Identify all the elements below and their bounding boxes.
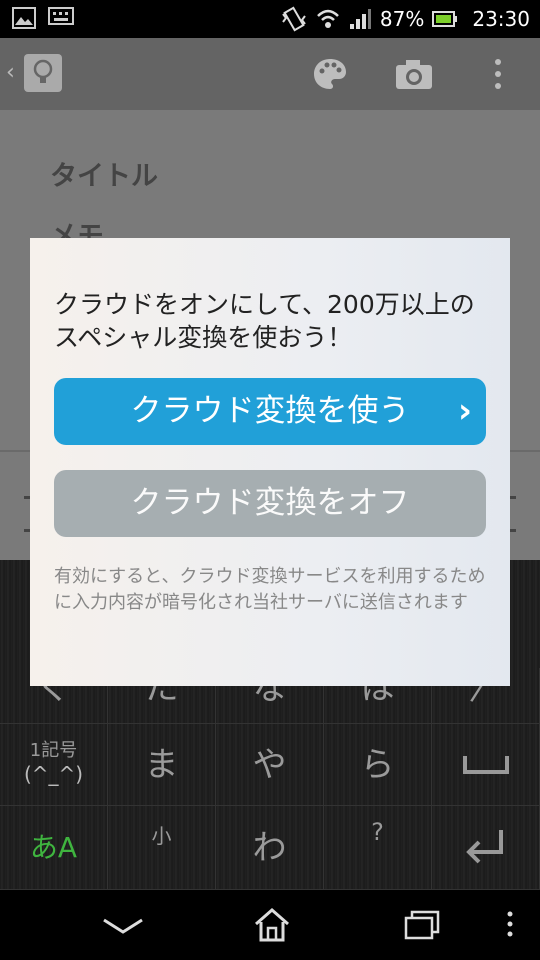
keyboard-icon (48, 7, 74, 25)
key-ra[interactable]: ら (324, 724, 432, 806)
camera-icon[interactable] (394, 56, 434, 92)
battery-icon (432, 11, 458, 27)
gallery-icon (12, 7, 36, 29)
vibrate-icon (282, 6, 306, 32)
title-field[interactable]: タイトル (50, 154, 158, 193)
battery-percent: 87% (379, 7, 425, 31)
key-ya[interactable]: や (216, 724, 324, 806)
home-icon[interactable] (252, 908, 292, 942)
nav-bar (0, 890, 540, 960)
lightbulb-icon (33, 59, 53, 83)
key-face-label: (^_^) (23, 762, 84, 786)
status-bar: 87% 23:30 (0, 0, 540, 38)
cloud-off-label: クラウド変換をオフ (130, 485, 410, 521)
app-bar: ‹ (0, 38, 540, 110)
key-mode[interactable]: あA (0, 806, 108, 890)
overflow-menu-icon[interactable] (488, 56, 508, 92)
use-cloud-button[interactable]: クラウド変換を使う › (54, 378, 486, 445)
dialog-message: クラウドをオンにして、200万以上のスペシャル変換を使おう！ (54, 290, 475, 352)
key-space[interactable] (432, 724, 540, 806)
key-enter[interactable] (432, 806, 540, 890)
key-symbol[interactable]: 1記号 (^_^) (0, 724, 108, 806)
signal-icon (349, 9, 371, 29)
nav-overflow-icon[interactable] (500, 908, 520, 942)
use-cloud-label: クラウド変換を使う (130, 393, 410, 429)
key-small[interactable]: 小 (108, 806, 216, 890)
cloud-conversion-dialog: クラウドをオンにして、200万以上のスペシャル変換を使おう！ クラウド変換を使う… (30, 238, 510, 686)
cloud-off-button[interactable]: クラウド変換をオフ (54, 470, 486, 537)
key-question[interactable]: ? (324, 806, 432, 890)
dialog-notice: 有効にすると、クラウド変換サービスを利用するために入力内容が暗号化され当社サーバ… (54, 566, 486, 613)
clock: 23:30 (472, 7, 530, 31)
back-chevron-icon[interactable]: ‹ (6, 60, 15, 85)
chevron-right-icon: › (457, 391, 472, 431)
recent-apps-icon[interactable] (402, 908, 442, 942)
wifi-icon (317, 9, 339, 28)
enter-icon (465, 830, 503, 864)
key-symbol-label: 1記号 (29, 740, 78, 761)
app-icon[interactable] (24, 54, 62, 92)
hide-keyboard-icon[interactable] (100, 908, 146, 942)
key-ma[interactable]: ま (108, 724, 216, 806)
palette-icon[interactable] (312, 56, 348, 92)
key-wa[interactable]: わ (216, 806, 324, 890)
space-icon (462, 756, 509, 774)
